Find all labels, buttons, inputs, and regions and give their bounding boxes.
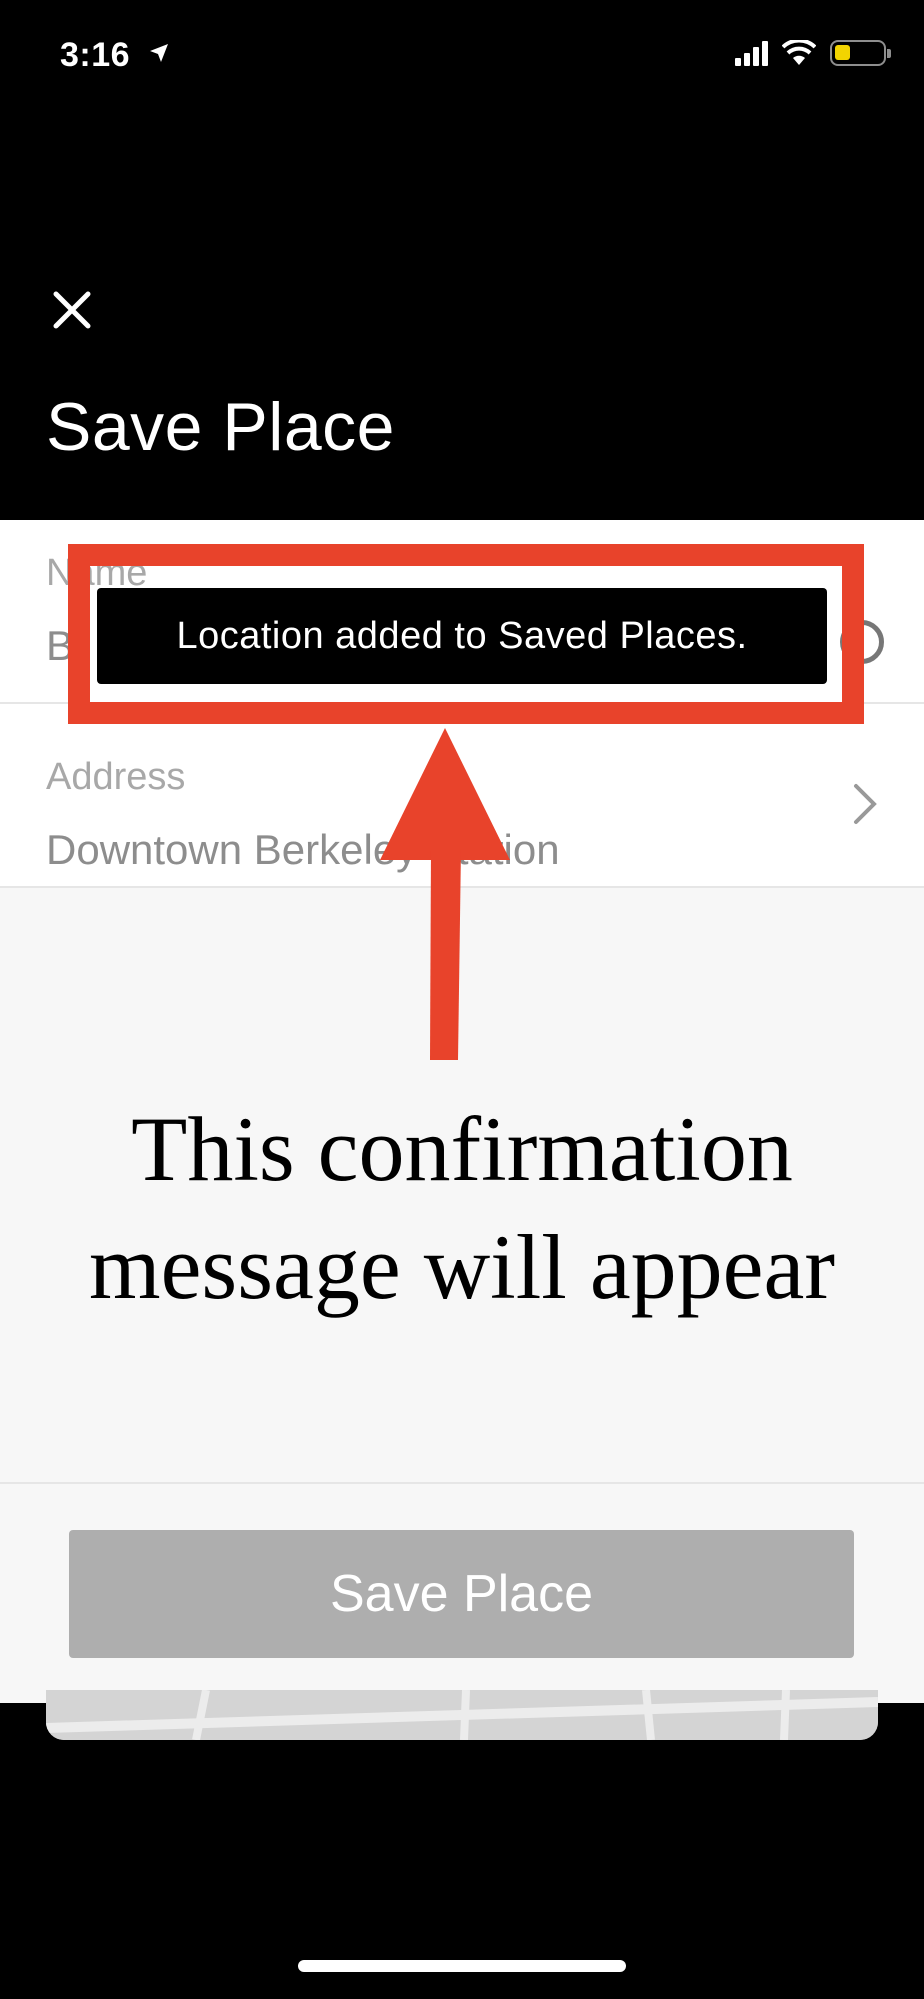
chevron-right-icon	[854, 784, 877, 824]
status-icons	[735, 40, 891, 66]
save-place-button[interactable]: Save Place	[69, 1530, 854, 1658]
screen: 3:16 Save Place Name B Address Downtown …	[0, 0, 924, 1999]
battery-low-icon	[830, 40, 891, 66]
annotation-line-1: This confirmation	[131, 1098, 793, 1200]
status-bar: 3:16	[0, 0, 924, 110]
confirmation-toast: Location added to Saved Places.	[97, 588, 827, 684]
close-button[interactable]	[48, 286, 96, 334]
annotation-text: This confirmation message will appear	[0, 1090, 924, 1326]
location-arrow-icon	[150, 44, 169, 62]
page-title: Save Place	[46, 389, 395, 465]
map-preview	[46, 1690, 878, 1740]
annotation-arrow-icon	[380, 728, 510, 1060]
footer-divider	[0, 1482, 924, 1484]
cellular-signal-icon	[735, 40, 768, 66]
clock-text: 3:16	[60, 36, 131, 74]
status-time: 3:16	[60, 36, 170, 75]
annotation-line-2: message will appear	[89, 1216, 835, 1318]
close-icon	[53, 291, 91, 329]
address-label: Address	[46, 756, 186, 798]
home-indicator[interactable]	[298, 1960, 626, 1972]
wifi-icon	[782, 40, 816, 65]
